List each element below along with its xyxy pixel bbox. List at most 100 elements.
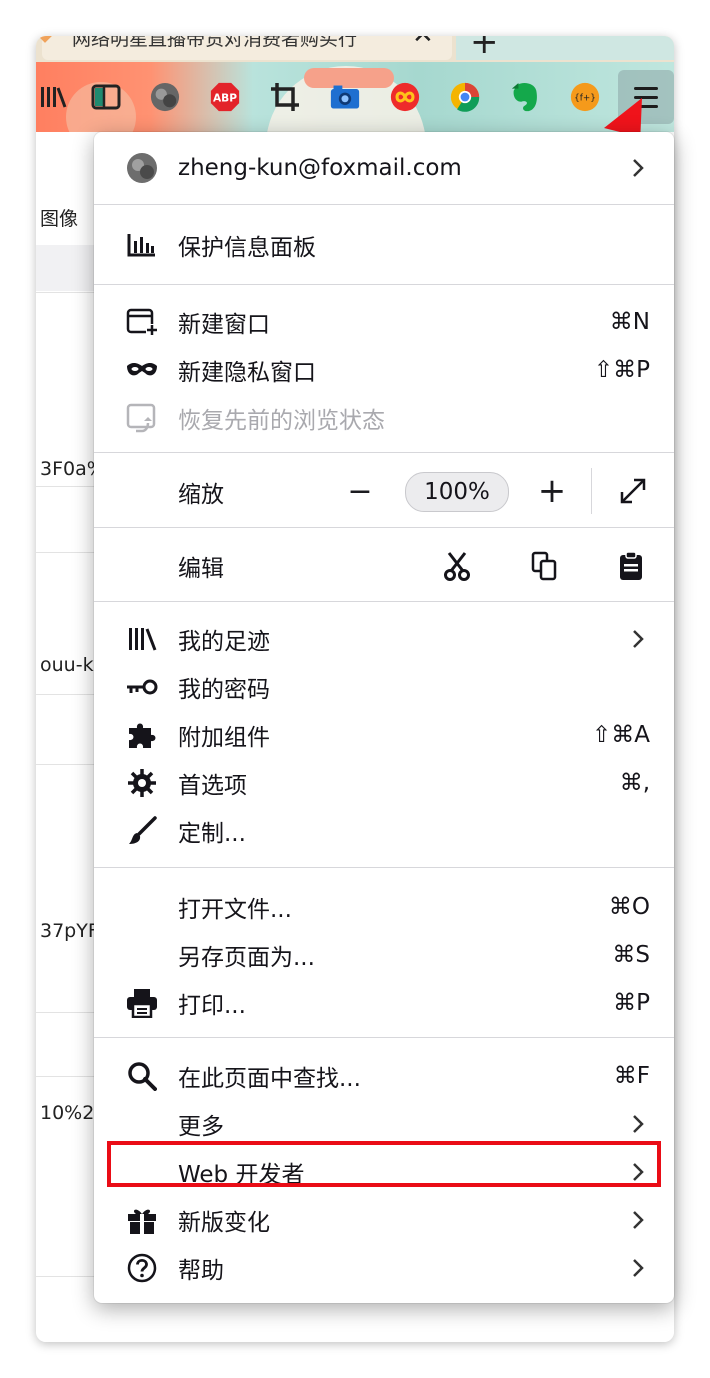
camera-icon[interactable] — [330, 82, 360, 112]
evernote-icon[interactable] — [510, 82, 540, 112]
paintbrush-icon — [126, 816, 158, 845]
menu-item-help[interactable]: 帮助 — [94, 1244, 674, 1292]
zoom-in-button[interactable]: + — [532, 471, 572, 511]
adblock-plus-icon[interactable]: ABP — [210, 82, 240, 112]
menu-label: 新建隐私窗口 — [178, 360, 316, 386]
key-icon — [126, 673, 158, 701]
menu-label: 新版变化 — [178, 1210, 270, 1236]
menu-item-zoom: 缩放 — [94, 468, 674, 516]
menu-item-print[interactable]: 打印... ⌘P — [94, 979, 674, 1027]
menu-item-logins[interactable]: 我的密码 — [94, 663, 674, 711]
chevron-right-icon — [633, 1259, 644, 1277]
menu-item-whats-new[interactable]: 新版变化 — [94, 1196, 674, 1244]
menu-label: 恢复先前的浏览状态 — [178, 408, 385, 434]
gift-icon — [126, 1206, 158, 1234]
menu-label: 打印... — [178, 993, 246, 1019]
shortcut: ⌘F — [613, 1063, 650, 1089]
printer-icon — [126, 989, 158, 1018]
divider — [36, 694, 96, 695]
divider — [36, 292, 96, 293]
menu-separator — [94, 452, 674, 453]
account-avatar-icon — [126, 153, 158, 183]
menu-label: 新建窗口 — [178, 312, 270, 338]
menu-item-protections[interactable]: 保护信息面板 — [94, 221, 674, 269]
menu-item-library[interactable]: 我的足迹 — [94, 615, 674, 663]
account-email: zheng-kun@foxmail.com — [178, 155, 462, 181]
menu-label: 我的足迹 — [178, 629, 270, 655]
menu-item-account[interactable]: zheng-kun@foxmail.com — [94, 144, 674, 192]
menu-item-save-page[interactable]: 另存页面为... ⌘S — [94, 931, 674, 979]
menu-separator — [94, 204, 674, 205]
chevron-right-icon — [633, 1115, 644, 1133]
table-header-band — [36, 245, 96, 291]
menu-item-private-window[interactable]: 新建隐私窗口 ⇧⌘P — [94, 346, 674, 394]
menu-label: 帮助 — [178, 1258, 224, 1284]
chevron-right-icon — [633, 1211, 644, 1229]
divider — [36, 1076, 96, 1077]
library-icon[interactable] — [38, 82, 68, 112]
zoom-reset-button[interactable]: 100% — [405, 472, 509, 512]
tab-current[interactable]: 网络明星直播带货对消费者购买行 ✕ — [36, 36, 452, 60]
sidebar-icon[interactable] — [91, 82, 121, 112]
shortcut: ⇧⌘P — [593, 357, 650, 383]
shortcut: ⇧⌘A — [591, 722, 650, 748]
divider — [36, 486, 96, 487]
divider — [36, 764, 96, 765]
tab-favicon-icon — [36, 36, 55, 43]
menu-item-new-window[interactable]: 新建窗口 ⌘N — [94, 298, 674, 346]
crop-icon[interactable] — [270, 82, 300, 112]
tab-title: 网络明星直播带货对消费者购买行 — [72, 36, 358, 50]
paste-clipboard-icon[interactable] — [611, 546, 651, 586]
shortcut: ⌘N — [609, 309, 650, 335]
menu-label: 定制... — [178, 821, 246, 847]
menu-separator — [94, 867, 674, 868]
app-menu-panel: zheng-kun@foxmail.com 保护信息面板 新建窗口 ⌘N 新建隐… — [94, 132, 674, 1303]
menu-item-customize[interactable]: 定制... — [94, 807, 674, 855]
new-window-icon — [126, 308, 158, 336]
menu-label: 我的密码 — [178, 677, 270, 703]
menu-label: 更多 — [178, 1114, 224, 1140]
menu-label: 缩放 — [178, 482, 224, 508]
divider — [36, 1276, 96, 1277]
menu-label: 附加组件 — [178, 725, 270, 751]
menu-item-preferences[interactable]: 首选项 ⌘, — [94, 759, 674, 807]
menu-label: 编辑 — [178, 556, 224, 582]
zoom-in-glyph: + — [537, 471, 567, 511]
menu-item-addons[interactable]: 附加组件 ⇧⌘A — [94, 711, 674, 759]
tab-close-icon[interactable]: ✕ — [412, 36, 434, 50]
page-text: 图像 — [40, 208, 79, 230]
shortcut: ⌘S — [612, 942, 650, 968]
shortcut: ⌘O — [608, 894, 650, 920]
svg-text:ABP: ABP — [213, 92, 237, 104]
zoom-out-glyph: − — [347, 473, 373, 509]
chevron-right-icon — [633, 159, 644, 177]
search-icon — [126, 1062, 158, 1091]
tab-strip: 网络明星直播带货对消费者购买行 ✕ + — [36, 36, 674, 62]
menu-label: 打开文件... — [178, 897, 292, 923]
copy-icon[interactable] — [525, 546, 565, 586]
gear-icon — [126, 769, 158, 797]
menu-item-open-file[interactable]: 打开文件... ⌘O — [94, 883, 674, 931]
menu-item-edit: 编辑 — [94, 542, 674, 590]
new-tab-button[interactable]: + — [470, 36, 499, 62]
menu-label: 首选项 — [178, 773, 247, 799]
avatar-icon[interactable] — [150, 82, 180, 112]
menu-label: 另存页面为... — [178, 945, 315, 971]
menu-item-find[interactable]: 在此页面中查找... ⌘F — [94, 1052, 674, 1100]
help-question-icon — [126, 1253, 158, 1283]
dashboard-chart-icon — [126, 231, 158, 259]
menu-label: 在此页面中查找... — [178, 1066, 361, 1092]
chrome-color-icon[interactable] — [450, 82, 480, 112]
shortcut: ⌘, — [619, 770, 650, 796]
menu-label: 保护信息面板 — [178, 235, 316, 261]
divider — [36, 1012, 96, 1013]
infinity-icon[interactable] — [390, 82, 420, 112]
shortcut: ⌘P — [613, 990, 650, 1016]
zoom-out-button[interactable]: − — [340, 471, 380, 511]
annotation-highlight-box — [107, 1141, 661, 1187]
menu-separator — [94, 601, 674, 602]
menu-item-restore-session: 恢复先前的浏览状态 — [94, 394, 674, 442]
menu-separator — [94, 1037, 674, 1038]
fullscreen-icon[interactable] — [613, 471, 653, 511]
cut-scissors-icon[interactable] — [437, 546, 477, 586]
